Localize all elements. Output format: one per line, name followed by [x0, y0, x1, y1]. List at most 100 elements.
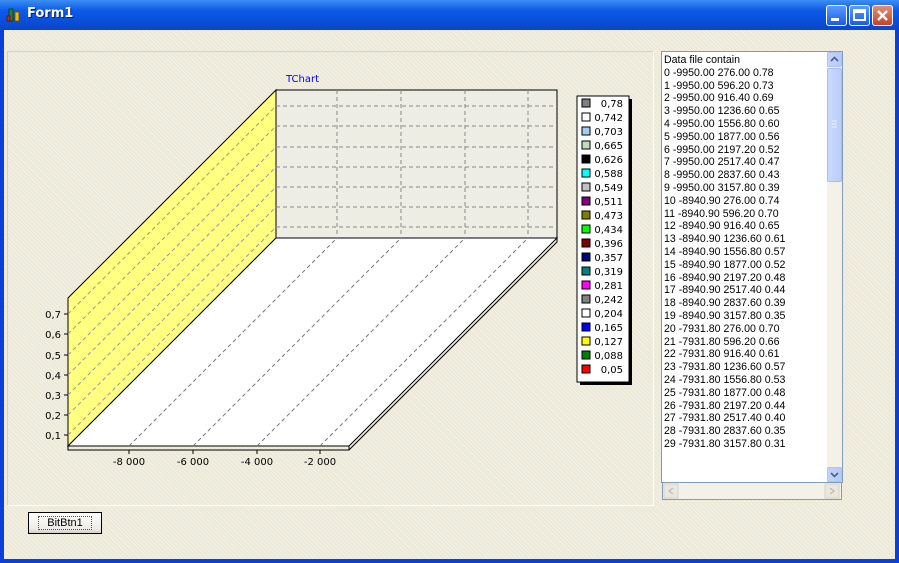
x-tick-label: -2 000 [304, 457, 336, 468]
maximize-icon [853, 9, 866, 21]
list-item[interactable]: 4 -9950.00 1556.80 0.60 [664, 118, 824, 131]
chart-3d: 0,7 0,6 0,5 0,4 0,3 0,2 0,1 -8 000 -6 00… [45, 74, 632, 468]
legend-label: 0,588 [594, 169, 623, 180]
legend-swatch [581, 210, 591, 220]
horizontal-scrollbar[interactable] [662, 483, 842, 500]
legend-label: 0,473 [594, 211, 623, 222]
y-tick-label: 0,5 [45, 351, 61, 362]
list-item[interactable]: 22 -7931.80 916.40 0.61 [664, 348, 824, 361]
list-item[interactable]: 25 -7931.80 1877.00 0.48 [664, 387, 824, 400]
legend-label: 0,204 [594, 309, 623, 320]
x-tick-label: -8 000 [113, 457, 145, 468]
legend-swatch [581, 336, 591, 346]
list-item[interactable]: 5 -9950.00 1877.00 0.56 [664, 131, 824, 144]
legend-label: 0,05 [601, 365, 623, 376]
maximize-button[interactable] [849, 5, 870, 26]
legend-label: 0,78 [601, 99, 623, 110]
list-item[interactable]: 29 -7931.80 3157.80 0.31 [664, 438, 824, 451]
close-button[interactable] [872, 5, 893, 26]
legend-swatch [581, 294, 591, 304]
minimize-button[interactable] [826, 5, 847, 26]
legend-swatch [581, 98, 591, 108]
list-item[interactable]: 3 -9950.00 1236.60 0.65 [664, 105, 824, 118]
list-item[interactable]: 17 -8940.90 2517.40 0.44 [664, 284, 824, 297]
legend-swatch [581, 280, 591, 290]
y-tick-label: 0,7 [45, 310, 61, 321]
legend-label: 0,434 [594, 225, 623, 236]
x-tick-label: -6 000 [177, 457, 209, 468]
scroll-down-button[interactable] [827, 467, 842, 482]
app-icon [6, 8, 20, 22]
list-item[interactable]: Data file contain [664, 54, 824, 67]
list-item[interactable]: 8 -9950.00 2837.60 0.43 [664, 169, 824, 182]
list-item[interactable]: 19 -8940.90 3157.80 0.35 [664, 310, 824, 323]
chevron-down-icon [830, 472, 839, 478]
list-item[interactable]: 26 -7931.80 2197.20 0.44 [664, 400, 824, 413]
legend-label: 0,319 [594, 267, 623, 278]
legend-swatch [581, 252, 591, 262]
legend-swatch [581, 196, 591, 206]
list-item[interactable]: 11 -8940.90 596.20 0.70 [664, 208, 824, 221]
vertical-scrollbar[interactable] [827, 52, 842, 482]
chart-panel: 0,7 0,6 0,5 0,4 0,3 0,2 0,1 -8 000 -6 00… [7, 51, 654, 506]
list-item[interactable]: 20 -7931.80 276.00 0.70 [664, 323, 824, 336]
list-item[interactable]: 9 -9950.00 3157.80 0.39 [664, 182, 824, 195]
legend-swatch [581, 182, 591, 192]
scroll-thumb[interactable] [827, 68, 842, 182]
data-listbox[interactable]: Data file contain 0 -9950.00 276.00 0.78 1… [661, 51, 843, 483]
list-item[interactable]: 10 -8940.90 276.00 0.74 [664, 195, 824, 208]
y-tick-label: 0,6 [45, 330, 61, 341]
bitbtn1-button[interactable]: BitBtn1 [28, 512, 102, 534]
legend-swatch [581, 322, 591, 332]
y-tick-label: 0,2 [45, 411, 61, 422]
list-item[interactable]: 16 -8940.90 2197.20 0.48 [664, 272, 824, 285]
list-item[interactable]: 7 -9950.00 2517.40 0.47 [664, 156, 824, 169]
scroll-up-button[interactable] [827, 52, 842, 67]
list-item[interactable]: 13 -8940.90 1236.60 0.61 [664, 233, 824, 246]
legend-label: 0,281 [594, 281, 623, 292]
legend-swatch [581, 126, 591, 136]
legend-swatch [581, 140, 591, 150]
list-item[interactable]: 12 -8940.90 916.40 0.65 [664, 220, 824, 233]
list-item[interactable]: 24 -7931.80 1556.80 0.53 [664, 374, 824, 387]
legend-swatch [581, 364, 591, 374]
legend-label: 0,396 [594, 239, 623, 250]
legend-swatch [581, 350, 591, 360]
legend-label: 0,703 [594, 127, 623, 138]
legend-label: 0,165 [594, 323, 623, 334]
y-tick-label: 0,1 [45, 431, 61, 442]
legend-label: 0,511 [594, 197, 623, 208]
form-client-area: 0,7 0,6 0,5 0,4 0,3 0,2 0,1 -8 000 -6 00… [4, 30, 895, 559]
list-item[interactable]: 14 -8940.90 1556.80 0.57 [664, 246, 824, 259]
horizontal-scrollbar-track [663, 483, 840, 499]
listbox-lines: Data file contain 0 -9950.00 276.00 0.78 1… [664, 54, 824, 451]
list-item[interactable]: 21 -7931.80 596.20 0.66 [664, 336, 824, 349]
legend-label: 0,742 [594, 113, 623, 124]
legend-swatch [581, 266, 591, 276]
legend-label: 0,665 [594, 141, 623, 152]
list-item[interactable]: 2 -9950.00 916.40 0.69 [664, 92, 824, 105]
legend-label: 0,088 [594, 351, 623, 362]
grip-icon [832, 120, 837, 128]
legend-label: 0,242 [594, 295, 623, 306]
chevron-up-icon [830, 56, 839, 62]
list-item[interactable]: 0 -9950.00 276.00 0.78 [664, 67, 824, 80]
legend-swatch [581, 224, 591, 234]
list-item[interactable]: 6 -9950.00 2197.20 0.52 [664, 144, 824, 157]
legend-swatch [581, 154, 591, 164]
title-bar[interactable]: Form1 [0, 0, 899, 30]
chart-back-wall [275, 89, 558, 239]
close-icon [877, 10, 888, 21]
list-item[interactable]: 23 -7931.80 1236.60 0.57 [664, 361, 824, 374]
legend-swatch [581, 308, 591, 318]
list-item[interactable]: 27 -7931.80 2517.40 0.40 [664, 412, 824, 425]
list-item[interactable]: 18 -8940.90 2837.60 0.39 [664, 297, 824, 310]
chart-title: TChart [285, 74, 319, 85]
legend-swatch [581, 238, 591, 248]
legend-label: 0,549 [594, 183, 623, 194]
list-item[interactable]: 15 -8940.90 1877.00 0.52 [664, 259, 824, 272]
list-item[interactable]: 1 -9950.00 596.20 0.73 [664, 80, 824, 93]
x-tick-label: -4 000 [241, 457, 273, 468]
list-item[interactable]: 28 -7931.80 2837.60 0.35 [664, 425, 824, 438]
legend-label: 0,626 [594, 155, 623, 166]
